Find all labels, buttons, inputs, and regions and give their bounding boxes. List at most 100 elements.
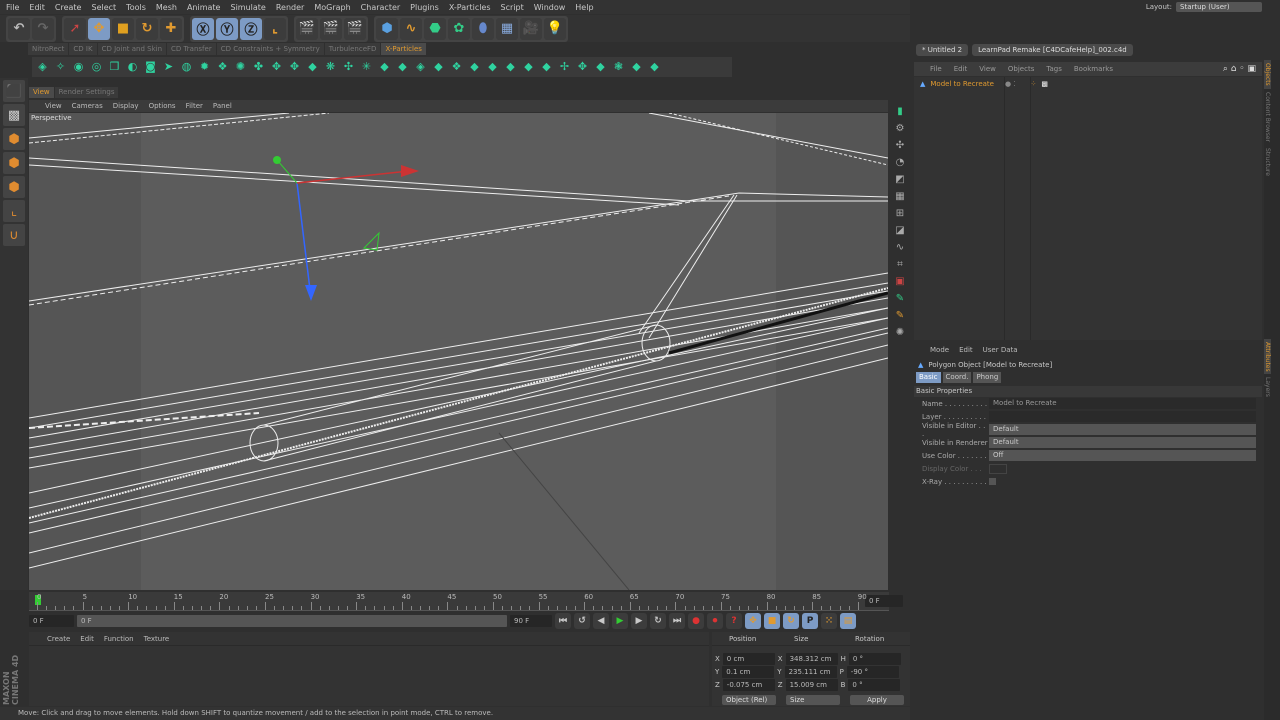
viewport-3d[interactable]: Perspective	[29, 113, 888, 590]
menu-render[interactable]: Render	[276, 3, 304, 12]
play-icon[interactable]: ▶	[612, 613, 628, 629]
timeline-ruler[interactable]: 0 F 0 5 10 15 20 25 30 35 40 45 50 55 60 65 70 75 80 85 90	[29, 592, 903, 611]
menu-create[interactable]: Create	[55, 3, 82, 12]
object-name[interactable]: Model to Recreate	[930, 80, 994, 88]
render-view-icon[interactable]: 🎬	[296, 17, 318, 40]
edges-mode-icon[interactable]: ⬢	[3, 152, 25, 174]
material-menu-edit[interactable]: Edit	[80, 635, 94, 643]
tool-icon[interactable]: ▦	[893, 189, 907, 203]
om-menu-file[interactable]: File	[930, 65, 942, 73]
keyframe-selection-icon[interactable]: ?	[726, 613, 742, 629]
om-menu-objects[interactable]: Objects	[1008, 65, 1034, 73]
side-tab-content-browser[interactable]: Content Browser	[1264, 89, 1271, 145]
go-to-end-icon[interactable]: ⏭	[669, 613, 685, 629]
xparticles-tool-icon[interactable]: ◆	[394, 58, 411, 75]
add-icon[interactable]: ✚	[160, 17, 182, 40]
loop-back-icon[interactable]: ↺	[574, 613, 590, 629]
tab-cd-constraints[interactable]: CD Constraints + Symmetry	[216, 43, 324, 55]
layout-dropdown[interactable]: Startup (User)	[1176, 2, 1262, 12]
menu-plugins[interactable]: Plugins	[410, 3, 439, 12]
xray-checkbox[interactable]	[989, 478, 996, 485]
xparticles-tool-icon[interactable]: ✥	[574, 58, 591, 75]
autokey-icon[interactable]: ⏺	[707, 613, 723, 629]
tab-view[interactable]: View	[29, 87, 54, 98]
xparticles-tool-icon[interactable]: ✳	[358, 58, 375, 75]
brush-icon[interactable]: ✎	[893, 308, 907, 322]
texture-mode-icon[interactable]: ▩	[3, 104, 25, 126]
tab-phong[interactable]: Phong	[973, 372, 1002, 383]
polygons-mode-icon[interactable]: ⬢	[3, 176, 25, 198]
xparticles-tool-icon[interactable]: ◉	[70, 58, 87, 75]
layer-field[interactable]	[989, 411, 1256, 422]
key-position-icon[interactable]: ✥	[745, 613, 761, 629]
visible-editor-dropdown[interactable]: Default	[989, 424, 1256, 435]
brush-icon[interactable]: ✎	[893, 291, 907, 305]
key-parameter-icon[interactable]: P	[802, 613, 818, 629]
menu-script[interactable]: Script	[501, 3, 524, 12]
key-rotation-icon[interactable]: ↻	[783, 613, 799, 629]
tab-coord[interactable]: Coord.	[942, 372, 972, 383]
light-icon[interactable]: 💡	[544, 17, 566, 40]
am-menu-user-data[interactable]: User Data	[983, 346, 1018, 354]
xparticles-tool-icon[interactable]: ❒	[106, 58, 123, 75]
menu-tools[interactable]: Tools	[126, 3, 146, 12]
xparticles-tool-icon[interactable]: ◆	[646, 58, 663, 75]
xparticles-tool-icon[interactable]: ◆	[538, 58, 555, 75]
magnet-icon[interactable]: ∪	[3, 224, 25, 246]
size-mode-dropdown[interactable]: Size	[786, 694, 840, 705]
xparticles-tool-icon[interactable]: ✣	[340, 58, 357, 75]
render-picture-viewer-icon[interactable]: 🎬	[320, 17, 342, 40]
position-x-field[interactable]: 0 cm	[722, 652, 775, 665]
am-menu-edit[interactable]: Edit	[959, 346, 973, 354]
y-axis-icon[interactable]: Ⓨ	[216, 17, 238, 40]
tab-basic[interactable]: Basic	[916, 372, 941, 383]
tool-icon[interactable]: ∿	[893, 240, 907, 254]
nurbs-icon[interactable]: ⬣	[424, 17, 446, 40]
tab-cd-ik[interactable]: CD IK	[69, 43, 97, 55]
menu-file[interactable]: File	[6, 3, 19, 12]
xparticles-tool-icon[interactable]: ◈	[412, 58, 429, 75]
timeline-window-icon[interactable]: ▤	[840, 613, 856, 629]
xparticles-tool-icon[interactable]: ❋	[322, 58, 339, 75]
end-frame-field[interactable]: 90 F	[510, 615, 552, 627]
size-y-field[interactable]: 235.111 cm	[784, 665, 837, 678]
tool-icon[interactable]: ▣	[893, 274, 907, 288]
xparticles-tool-icon[interactable]: ✥	[268, 58, 285, 75]
visible-renderer-dropdown[interactable]: Default	[989, 437, 1256, 448]
tab-cd-transfer[interactable]: CD Transfer	[167, 43, 216, 55]
material-menu-texture[interactable]: Texture	[144, 635, 170, 643]
side-tab-attributes[interactable]: Attributes	[1264, 338, 1271, 375]
tool-icon[interactable]: ✣	[893, 138, 907, 152]
xparticles-tool-icon[interactable]: ❃	[610, 58, 627, 75]
viewport-menu-cameras[interactable]: Cameras	[72, 102, 103, 110]
coordinate-system-icon[interactable]: ⌞	[264, 17, 286, 40]
tab-xparticles[interactable]: X-Particles	[381, 43, 426, 55]
apply-button[interactable]: Apply	[850, 694, 904, 705]
x-axis-icon[interactable]: Ⓧ	[192, 17, 214, 40]
tool-icon[interactable]: ⌗	[893, 257, 907, 271]
scale-icon[interactable]: ■	[112, 17, 134, 40]
om-menu-bookmarks[interactable]: Bookmarks	[1074, 65, 1113, 73]
xparticles-tool-icon[interactable]: ❖	[448, 58, 465, 75]
tool-icon[interactable]: ▮	[893, 104, 907, 118]
settings-icon[interactable]: ✺	[893, 325, 907, 339]
coordinate-mode-dropdown[interactable]: Object (Rel)	[722, 694, 776, 705]
tab-render-settings[interactable]: Render Settings	[54, 87, 119, 98]
viewport-menu-display[interactable]: Display	[113, 102, 139, 110]
redo-icon[interactable]: ↷	[32, 17, 54, 40]
doc-tab-untitled[interactable]: * Untitled 2	[916, 44, 969, 56]
material-menu-function[interactable]: Function	[104, 635, 134, 643]
rotation-b-field[interactable]: 0 °	[848, 678, 901, 691]
om-menu-view[interactable]: View	[979, 65, 996, 73]
viewport-menu-panel[interactable]: Panel	[213, 102, 232, 110]
viewport-menu-options[interactable]: Options	[149, 102, 176, 110]
xparticles-tool-icon[interactable]: ◍	[178, 58, 195, 75]
spline-icon[interactable]: ∿	[400, 17, 422, 40]
phong-tag-icon[interactable]: ⁘	[1031, 80, 1037, 88]
points-mode-icon[interactable]: ⬢	[3, 128, 25, 150]
xparticles-tool-icon[interactable]: ◐	[124, 58, 141, 75]
checker-tag-icon[interactable]: ▩	[1041, 80, 1048, 88]
key-scale-icon[interactable]: ■	[764, 613, 780, 629]
xparticles-tool-icon[interactable]: ✹	[196, 58, 213, 75]
go-to-start-icon[interactable]: ⏮	[555, 613, 571, 629]
